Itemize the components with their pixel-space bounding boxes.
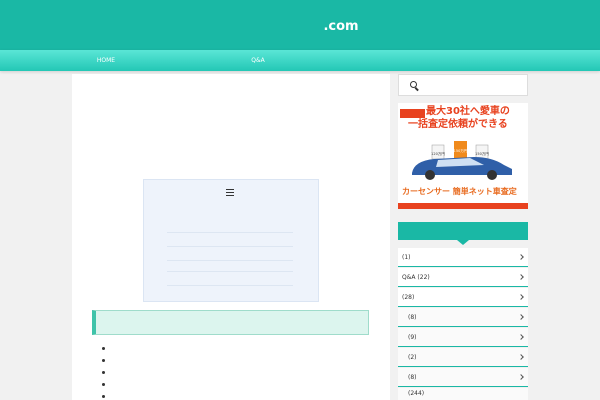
list-item [102,390,372,400]
list-item [102,366,372,378]
site-title-logotype [241,17,323,30]
site-tagline [0,8,600,16]
subcategory-item[interactable]: (244) [398,388,528,400]
toc-item[interactable] [167,251,293,261]
toc-item[interactable] [167,276,293,286]
nav-item-2[interactable] [150,50,200,71]
toc-item[interactable] [167,223,293,233]
price-b: 150万円 [454,149,468,153]
category-label: (8) [408,374,417,381]
categories-heading [398,222,528,245]
category-item[interactable]: Q&A (22) [398,268,528,287]
list-item [102,342,372,354]
ad-headline-2: 一括査定依頼ができる [408,119,508,130]
subcategory-item[interactable]: (9) [398,328,528,347]
chevron-right-icon [518,354,524,360]
subcategory-item[interactable]: (2) [398,348,528,367]
chevron-right-icon [518,334,524,340]
search-input[interactable] [398,74,528,96]
car-illustration: 120万円 150万円 150万円 [412,141,512,180]
subcategory-item[interactable]: (8) [398,368,528,387]
category-label: (8) [408,314,417,321]
car-sensor-logo: カーセンサー 簡単ネット車査定 [402,187,517,196]
category-label: Q&A (22) [402,274,430,281]
nav-item-5[interactable] [360,50,404,71]
category-item[interactable]: (1) [398,248,528,267]
category-label: (2) [408,354,417,361]
section-heading [92,310,369,335]
chevron-right-icon [518,294,524,300]
ad-bottom-bar [398,203,528,209]
nav-home[interactable]: HOME [78,50,134,71]
chevron-right-icon [518,374,524,380]
sidebar: 最大30社へ愛車の 一括査定依頼ができる 120万円 150万円 150万円 カ… [398,74,528,400]
chevron-right-icon [518,314,524,320]
list-icon [225,187,234,198]
category-label: (28) [402,294,415,301]
car-sensor-ad-banner[interactable]: 最大30社へ愛車の 一括査定依頼ができる 120万円 150万円 150万円 カ… [398,103,528,209]
toc-header [144,187,318,198]
category-label: (244) [408,390,425,397]
site-title-domain: .com [323,19,359,34]
main-content [72,74,390,400]
ad-badge [400,109,425,118]
car-wheel-front [425,170,435,180]
category-label: (1) [402,254,411,261]
chevron-right-icon [518,254,524,260]
search-icon[interactable] [410,81,417,88]
global-nav: HOME Q&A [0,50,600,71]
toc-item[interactable] [167,262,293,272]
nav-item-4[interactable] [300,50,330,71]
bullet-list [102,342,372,400]
price-a: 120万円 [431,152,445,156]
categories-title [449,224,477,232]
category-item[interactable]: (28) [398,288,528,307]
list-item [102,378,372,390]
site-header: .com [0,0,600,50]
category-label: (9) [408,334,417,341]
car-wheel-rear [487,170,497,180]
price-c: 150万円 [475,152,489,156]
site-title[interactable]: .com [0,17,600,35]
nav-qa[interactable]: Q&A [218,50,298,71]
toc-item[interactable] [167,237,293,247]
ad-headline-1: 最大30社へ愛車の [426,106,510,117]
chevron-right-icon [518,274,524,280]
subcategory-item[interactable]: (8) [398,308,528,327]
table-of-contents [143,179,319,302]
list-item [102,354,372,366]
